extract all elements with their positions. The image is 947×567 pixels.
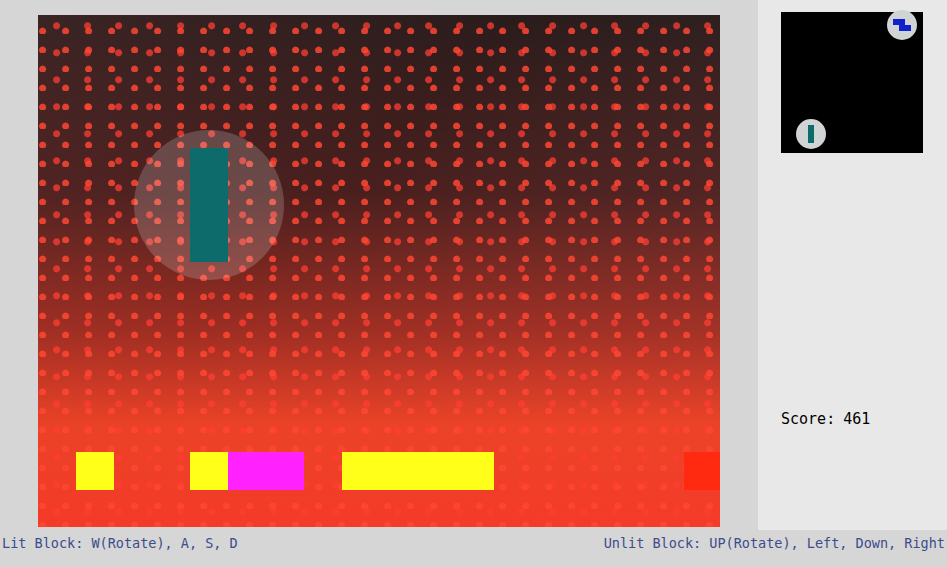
score: Score: 461 (781, 408, 923, 431)
block-cell (456, 452, 494, 490)
controls-text: Unlit Block: UP(Rotate), Left, Down, Rig… (604, 533, 945, 553)
active-piece-cell (190, 186, 228, 224)
active-piece-cell (190, 224, 228, 262)
block-cell (418, 452, 456, 490)
preview-piece (796, 119, 826, 149)
block-cell (76, 452, 114, 490)
controls-help: Lit Block: W(Rotate), A, S, D Unlit Block… (0, 530, 947, 553)
block-cell (266, 452, 304, 490)
block-cell (380, 452, 418, 490)
preview-piece (887, 10, 917, 40)
next-piece-preview (781, 12, 923, 153)
score-value: 461 (843, 408, 870, 431)
block-cell (228, 452, 266, 490)
game-board (38, 15, 720, 527)
block-cell (342, 452, 380, 490)
controls-text: Lit Block: W(Rotate), A, S, D (2, 533, 238, 553)
preview-cell (905, 25, 911, 31)
block-cell (190, 452, 228, 490)
block-cell (684, 452, 720, 490)
preview-grid (808, 125, 814, 143)
active-piece-cell (190, 148, 228, 186)
preview-cell (808, 137, 814, 143)
preview-grid (893, 19, 911, 31)
score-label: Score: (781, 408, 835, 431)
